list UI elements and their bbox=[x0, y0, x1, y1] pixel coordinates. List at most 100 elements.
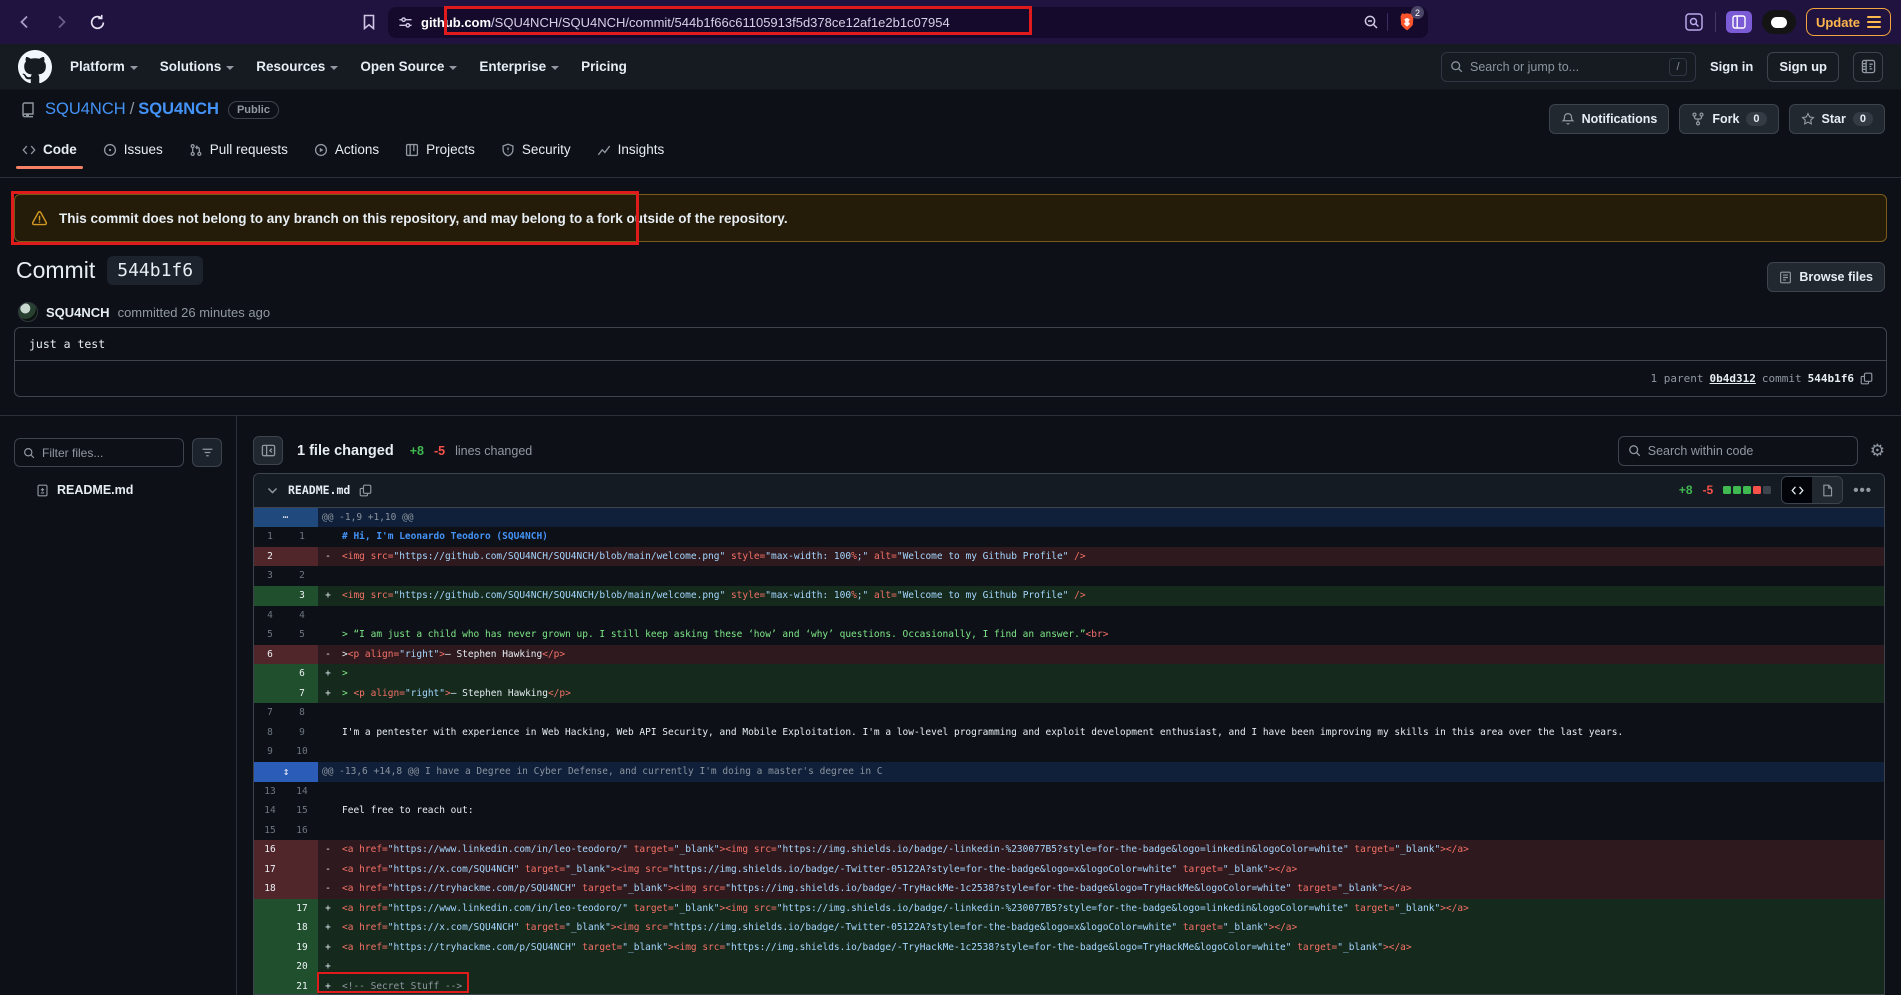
old-line-number[interactable]: 2 bbox=[254, 547, 286, 567]
star-button[interactable]: Star 0 bbox=[1789, 104, 1885, 134]
new-line-number[interactable]: 19 bbox=[286, 938, 318, 958]
rich-view-icon[interactable] bbox=[1812, 477, 1842, 503]
old-line-number[interactable] bbox=[254, 977, 286, 995]
repo-name-link[interactable]: SQU4NCH bbox=[138, 100, 219, 118]
old-line-number[interactable] bbox=[254, 918, 286, 938]
old-line-number[interactable]: 3 bbox=[254, 566, 286, 586]
new-line-number[interactable]: 10 bbox=[286, 742, 318, 762]
tab-security[interactable]: Security bbox=[501, 142, 571, 169]
wallet-icon[interactable] bbox=[1762, 10, 1796, 34]
expand-hunk-icon[interactable]: ↕ bbox=[254, 762, 318, 782]
new-line-number[interactable]: 15 bbox=[286, 801, 318, 821]
hunk-dots[interactable]: ⋯ bbox=[254, 508, 318, 528]
new-line-number[interactable]: 16 bbox=[286, 821, 318, 841]
collapse-sidebar-icon[interactable] bbox=[253, 436, 283, 465]
url-text[interactable]: github.com/SQU4NCH/SQU4NCH/commit/544b1f… bbox=[421, 15, 950, 30]
old-line-number[interactable]: 13 bbox=[254, 782, 286, 802]
new-line-number[interactable]: 14 bbox=[286, 782, 318, 802]
old-line-number[interactable] bbox=[254, 899, 286, 919]
new-line-number[interactable]: 3 bbox=[286, 586, 318, 606]
new-line-number[interactable]: 8 bbox=[286, 703, 318, 723]
file-filter-input[interactable] bbox=[42, 446, 175, 460]
old-line-number[interactable] bbox=[254, 664, 286, 684]
code-search-input[interactable] bbox=[1648, 444, 1848, 458]
files-changed-summary[interactable]: 1 file changed bbox=[297, 443, 394, 459]
old-line-number[interactable]: 7 bbox=[254, 703, 286, 723]
nav-item-solutions[interactable]: Solutions bbox=[160, 59, 235, 74]
parent-sha-link[interactable]: 0b4d312 bbox=[1710, 372, 1756, 385]
old-line-number[interactable]: 18 bbox=[254, 879, 286, 899]
old-line-number[interactable]: 14 bbox=[254, 801, 286, 821]
address-bar[interactable]: github.com/SQU4NCH/SQU4NCH/commit/544b1f… bbox=[388, 7, 1428, 38]
reload-icon[interactable] bbox=[82, 7, 112, 37]
new-line-number[interactable]: 1 bbox=[286, 527, 318, 547]
old-line-number[interactable]: 16 bbox=[254, 840, 286, 860]
new-line-number[interactable] bbox=[286, 645, 318, 665]
old-line-number[interactable]: 1 bbox=[254, 527, 286, 547]
nav-item-platform[interactable]: Platform bbox=[70, 59, 138, 74]
repo-owner-link[interactable]: SQU4NCH bbox=[45, 100, 126, 118]
file-filter-field[interactable] bbox=[14, 438, 184, 467]
new-line-number[interactable] bbox=[286, 860, 318, 880]
command-palette-icon[interactable] bbox=[1853, 52, 1883, 82]
nav-item-pricing[interactable]: Pricing bbox=[581, 59, 627, 74]
old-line-number[interactable] bbox=[254, 684, 286, 704]
update-menu-button[interactable]: Update bbox=[1806, 8, 1891, 36]
site-settings-icon[interactable] bbox=[398, 15, 413, 30]
old-line-number[interactable]: 17 bbox=[254, 860, 286, 880]
new-line-number[interactable]: 9 bbox=[286, 723, 318, 743]
nav-item-open-source[interactable]: Open Source bbox=[360, 59, 457, 74]
new-line-number[interactable]: 20 bbox=[286, 957, 318, 977]
global-search-input[interactable] bbox=[1470, 60, 1662, 74]
new-line-number[interactable]: 5 bbox=[286, 625, 318, 645]
old-line-number[interactable]: 8 bbox=[254, 723, 286, 743]
new-line-number[interactable]: 4 bbox=[286, 606, 318, 626]
new-line-number[interactable]: 21 bbox=[286, 977, 318, 995]
diff-filename[interactable]: README.md bbox=[288, 483, 350, 497]
fork-button[interactable]: Fork 0 bbox=[1679, 104, 1778, 134]
sign-in-link[interactable]: Sign in bbox=[1710, 59, 1753, 74]
new-line-number[interactable]: 7 bbox=[286, 684, 318, 704]
sidebar-search-icon[interactable] bbox=[1683, 11, 1705, 33]
old-line-number[interactable]: 5 bbox=[254, 625, 286, 645]
notifications-button[interactable]: Notifications bbox=[1549, 104, 1670, 134]
forward-icon[interactable] bbox=[46, 7, 76, 37]
zoom-out-icon[interactable] bbox=[1363, 14, 1379, 30]
gear-icon[interactable]: ⚙ bbox=[1870, 441, 1885, 461]
global-search[interactable]: / bbox=[1441, 52, 1696, 82]
kebab-menu-icon[interactable]: ••• bbox=[1853, 482, 1872, 499]
nav-item-resources[interactable]: Resources bbox=[256, 59, 338, 74]
nav-item-enterprise[interactable]: Enterprise bbox=[479, 59, 559, 74]
avatar[interactable] bbox=[18, 302, 38, 322]
bookmark-icon[interactable] bbox=[356, 9, 382, 35]
tab-code[interactable]: Code bbox=[22, 142, 77, 169]
old-line-number[interactable]: 9 bbox=[254, 742, 286, 762]
brave-shield-icon[interactable]: 2 bbox=[1396, 11, 1418, 33]
chevron-down-icon[interactable] bbox=[266, 484, 279, 497]
old-line-number[interactable] bbox=[254, 957, 286, 977]
tab-issues[interactable]: Issues bbox=[103, 142, 163, 169]
new-line-number[interactable]: 6 bbox=[286, 664, 318, 684]
new-line-number[interactable]: 2 bbox=[286, 566, 318, 586]
source-view-icon[interactable] bbox=[1782, 477, 1812, 503]
new-line-number[interactable]: 18 bbox=[286, 918, 318, 938]
sign-up-button[interactable]: Sign up bbox=[1767, 52, 1839, 82]
old-line-number[interactable] bbox=[254, 938, 286, 958]
new-line-number[interactable] bbox=[286, 840, 318, 860]
filter-options-icon[interactable] bbox=[192, 438, 222, 467]
new-line-number[interactable] bbox=[286, 879, 318, 899]
tab-projects[interactable]: Projects bbox=[405, 142, 475, 169]
code-search-field[interactable] bbox=[1618, 436, 1858, 466]
browse-files-button[interactable]: Browse files bbox=[1767, 262, 1885, 292]
old-line-number[interactable] bbox=[254, 586, 286, 606]
sidebar-toggle-icon[interactable] bbox=[1726, 11, 1752, 33]
copy-path-icon[interactable] bbox=[359, 484, 372, 497]
back-icon[interactable] bbox=[10, 7, 40, 37]
new-line-number[interactable] bbox=[286, 547, 318, 567]
tab-insights[interactable]: Insights bbox=[597, 142, 665, 169]
file-tree-item[interactable]: README.md bbox=[14, 483, 236, 497]
new-line-number[interactable]: 17 bbox=[286, 899, 318, 919]
copy-sha-icon[interactable] bbox=[1860, 372, 1873, 385]
author-name[interactable]: SQU4NCH bbox=[46, 305, 110, 320]
old-line-number[interactable]: 6 bbox=[254, 645, 286, 665]
